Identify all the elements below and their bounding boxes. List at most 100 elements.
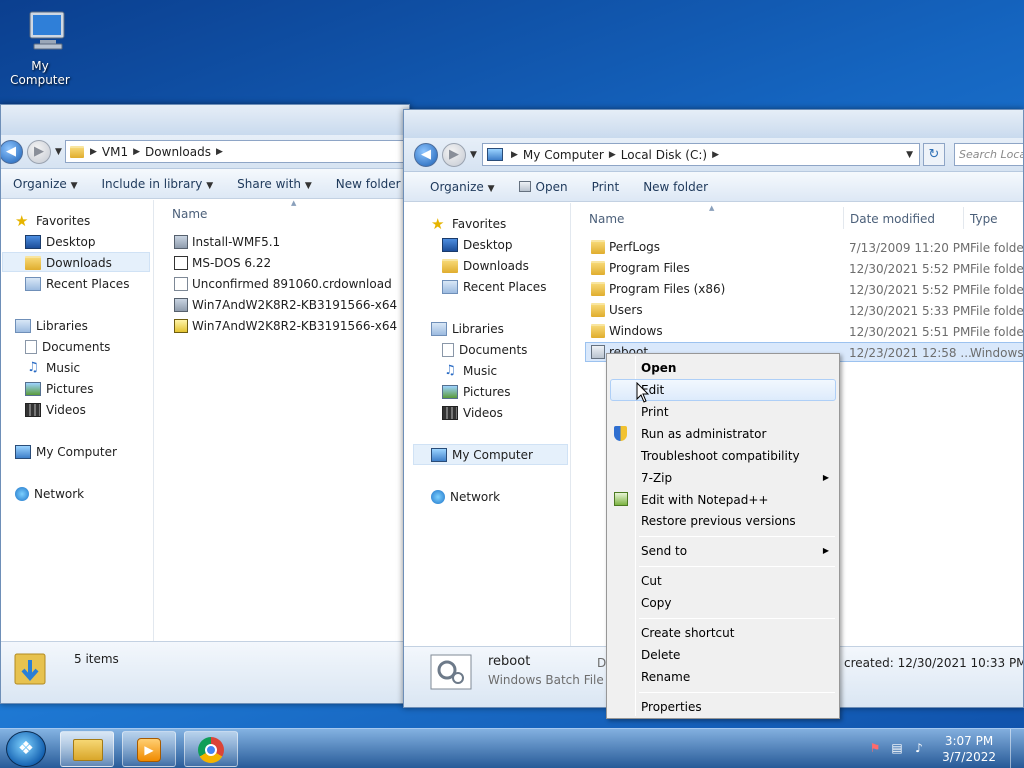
taskbar-media-player-button[interactable]: ▶: [122, 731, 176, 767]
history-dropdown-icon[interactable]: ▼: [470, 150, 477, 160]
table-row[interactable]: Program Files: [591, 261, 690, 275]
address-dropdown-icon[interactable]: ▼: [906, 150, 913, 160]
forward-button[interactable]: ▶: [442, 143, 466, 167]
item-count: 5 items: [74, 652, 119, 666]
open-button[interactable]: Open: [507, 180, 580, 194]
folder-icon: [591, 240, 605, 254]
menu-item-send-to[interactable]: Send to: [641, 544, 687, 558]
nav-music[interactable]: ♫ Music: [442, 364, 497, 379]
menu-item-edit-with-notepad[interactable]: Edit with Notepad++: [641, 493, 768, 507]
nav-downloads[interactable]: Downloads: [25, 256, 112, 270]
nav-pictures[interactable]: Pictures: [25, 382, 94, 396]
menu-item-print[interactable]: Print: [641, 405, 669, 419]
menu-item-cut[interactable]: Cut: [641, 574, 662, 588]
menu-item-7zip[interactable]: 7-Zip: [641, 471, 672, 485]
nav-libraries[interactable]: Libraries: [15, 319, 88, 333]
nav-network[interactable]: Network: [431, 490, 500, 504]
breadcrumb-local-disk[interactable]: Local Disk (C:): [621, 148, 707, 162]
search-box[interactable]: Search Local Disk (C:): [954, 143, 1023, 166]
nav-my-computer[interactable]: My Computer: [15, 445, 117, 459]
menu-item-create-shortcut[interactable]: Create shortcut: [641, 626, 734, 640]
forward-button[interactable]: ▶: [27, 140, 51, 164]
print-button[interactable]: Print: [580, 180, 632, 194]
column-divider: [963, 207, 964, 229]
column-header-date[interactable]: Date modified: [850, 212, 935, 226]
include-in-library-button[interactable]: Include in library ▼: [90, 177, 226, 191]
row-type: File folder: [970, 325, 1024, 339]
start-button[interactable]: ❖: [6, 731, 46, 767]
taskbar-explorer-button[interactable]: [60, 731, 114, 767]
desktop-icon-my-computer[interactable]: My Computer: [0, 8, 80, 87]
file-row[interactable]: Win7AndW2K8R2-KB3191566-x64: [174, 298, 397, 312]
nav-libraries[interactable]: Libraries: [431, 322, 504, 336]
menu-item-troubleshoot-compatibility[interactable]: Troubleshoot compatibility: [641, 449, 800, 463]
menu-item-rename[interactable]: Rename: [641, 670, 690, 684]
network-status-icon[interactable]: ▤: [890, 741, 904, 755]
nav-network[interactable]: Network: [15, 487, 84, 501]
table-row[interactable]: Windows: [591, 324, 663, 338]
organize-button[interactable]: Organize ▼: [1, 177, 90, 191]
nav-my-computer[interactable]: My Computer: [431, 448, 533, 462]
table-row[interactable]: Program Files (x86): [591, 282, 725, 296]
nav-favorites[interactable]: ★ Favorites: [15, 214, 90, 229]
nav-desktop[interactable]: Desktop: [25, 235, 96, 249]
nav-videos[interactable]: Videos: [442, 406, 503, 420]
column-divider: [843, 207, 844, 229]
dropdown-arrow-icon: ▼: [487, 183, 495, 194]
nav-recent-places[interactable]: Recent Places: [25, 277, 129, 291]
file-row[interactable]: Install-WMF5.1: [174, 235, 280, 249]
menu-item-copy[interactable]: Copy: [641, 596, 671, 610]
organize-button[interactable]: Organize ▼: [404, 180, 507, 194]
window-title-bar[interactable]: [404, 110, 1023, 138]
file-row[interactable]: Win7AndW2K8R2-KB3191566-x64: [174, 319, 397, 333]
breadcrumb-my-computer[interactable]: My Computer: [523, 148, 604, 162]
star-icon: ★: [431, 215, 445, 233]
menu-item-run-as-administrator[interactable]: Run as administrator: [641, 427, 766, 441]
system-clock[interactable]: 3:07 PM 3/7/2022: [942, 733, 996, 765]
action-center-icon[interactable]: ⚑: [868, 741, 882, 755]
breadcrumb-chevron-icon: ▶: [215, 146, 223, 157]
address-box[interactable]: ▶ VM1 ▶ Downloads ▶: [65, 140, 409, 163]
nav-documents[interactable]: Documents: [25, 340, 110, 354]
back-button[interactable]: ◀: [1, 140, 23, 164]
volume-icon[interactable]: ♪: [912, 741, 926, 755]
nav-documents[interactable]: Documents: [442, 343, 527, 357]
row-date: 12/30/2021 5:51 PM: [849, 325, 971, 339]
downloads-folder-large-icon: [14, 653, 46, 685]
history-dropdown-icon[interactable]: ▼: [55, 147, 62, 157]
new-folder-button[interactable]: New folder: [631, 180, 720, 194]
back-button[interactable]: ◀: [414, 143, 438, 167]
address-bar-area: ◀ ▶ ▼ ▶ My Computer ▶ Local Disk (C:) ▶ …: [404, 138, 1023, 172]
table-row[interactable]: PerfLogs: [591, 240, 660, 254]
address-box[interactable]: ▶ My Computer ▶ Local Disk (C:) ▶ ▼: [482, 143, 920, 166]
column-header-name[interactable]: Name: [589, 212, 624, 226]
nav-recent-places[interactable]: Recent Places: [442, 280, 546, 294]
file-row[interactable]: MS-DOS 6.22: [174, 256, 271, 270]
column-header-name[interactable]: Name: [172, 207, 207, 221]
column-header-type[interactable]: Type: [970, 212, 998, 226]
show-desktop-button[interactable]: [1010, 729, 1024, 768]
menu-item-properties[interactable]: Properties: [641, 700, 702, 714]
breadcrumb-downloads[interactable]: Downloads: [145, 145, 211, 159]
nav-music[interactable]: ♫ Music: [25, 361, 80, 376]
nav-favorites[interactable]: ★ Favorites: [431, 215, 506, 233]
navigation-pane: ★ Favorites Desktop Downloads Recent Plac…: [1, 200, 154, 643]
nav-pictures[interactable]: Pictures: [442, 385, 511, 399]
nav-desktop[interactable]: Desktop: [442, 238, 513, 252]
share-with-button[interactable]: Share with ▼: [225, 177, 324, 191]
breadcrumb-chevron-icon: ▶: [511, 149, 518, 160]
menu-item-restore-previous-versions[interactable]: Restore previous versions: [641, 514, 796, 528]
window-title-bar[interactable]: [1, 105, 409, 135]
row-type: File folder: [970, 241, 1024, 255]
table-row[interactable]: Users: [591, 303, 643, 317]
file-row[interactable]: Unconfirmed 891060.crdownload: [174, 277, 392, 291]
menu-item-delete[interactable]: Delete: [641, 648, 680, 662]
breadcrumb-vm1[interactable]: VM1: [102, 145, 128, 159]
new-folder-button[interactable]: New folder: [324, 177, 409, 191]
taskbar-chrome-button[interactable]: [184, 731, 238, 767]
network-icon: [431, 490, 445, 504]
refresh-button[interactable]: ↻: [923, 143, 945, 166]
nav-downloads[interactable]: Downloads: [442, 259, 529, 273]
menu-item-open[interactable]: Open: [641, 361, 676, 375]
nav-videos[interactable]: Videos: [25, 403, 86, 417]
